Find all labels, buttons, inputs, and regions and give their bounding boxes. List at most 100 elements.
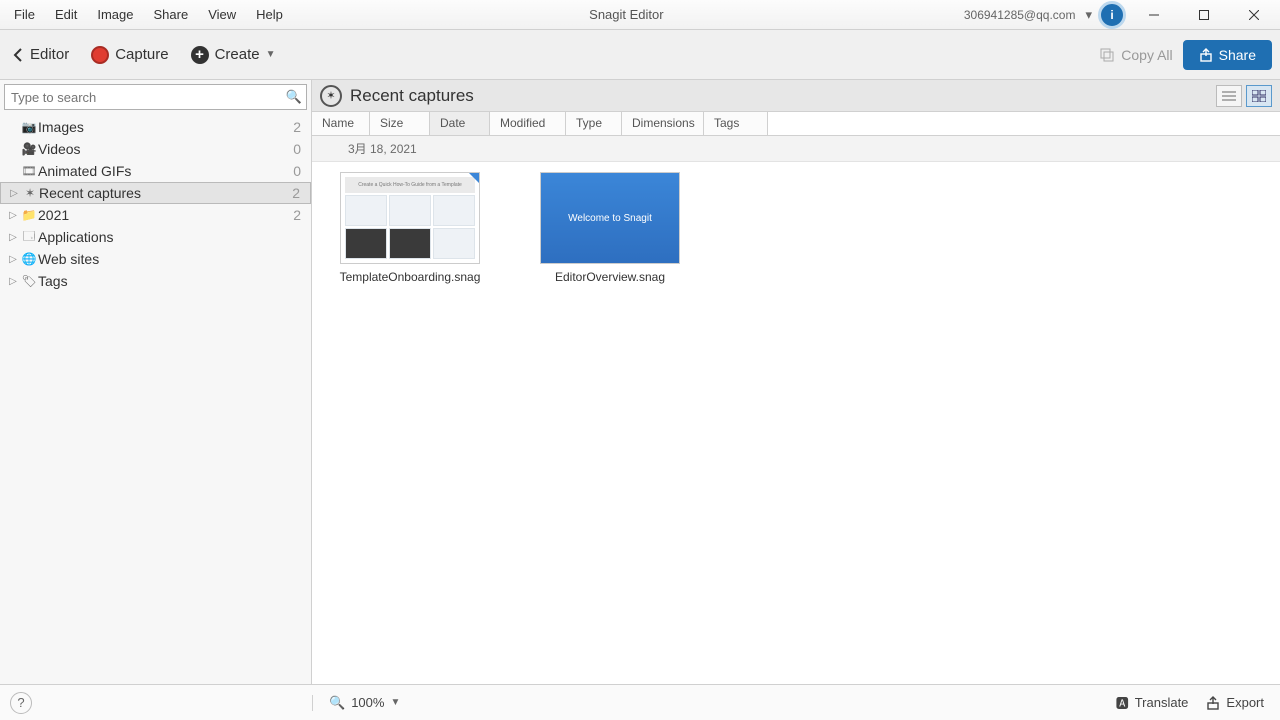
zoom-dropdown-icon[interactable]: ▼	[390, 697, 400, 708]
search-input[interactable]	[5, 90, 282, 105]
account-dropdown-icon[interactable]: ▾	[1085, 7, 1092, 23]
minimize-icon	[1149, 10, 1159, 20]
tree-item-animated-gifs[interactable]: 🎞Animated GIFs0	[0, 160, 311, 182]
expand-icon[interactable]: ▷	[6, 210, 20, 221]
list-view-button[interactable]	[1216, 85, 1242, 107]
column-header-dimensions[interactable]: Dimensions	[622, 112, 704, 135]
tree-item-label: Animated GIFs	[38, 163, 293, 179]
column-header-name[interactable]: Name	[312, 112, 370, 135]
capture-filename: EditorOverview.snag	[555, 270, 665, 284]
zoom-search-icon[interactable]: 🔍	[329, 695, 345, 711]
thumbnail-caption: Welcome to Snagit	[568, 213, 652, 224]
main-area: 🔍 📷Images2🎥Videos0🎞Animated GIFs0▷✶Recen…	[0, 80, 1280, 684]
translate-icon: 🅰	[1116, 693, 1129, 712]
tree-item-2021[interactable]: ▷📁20212	[0, 204, 311, 226]
window-title: Snagit Editor	[293, 7, 960, 22]
tree-item-tags[interactable]: ▷🏷Tags	[0, 270, 311, 292]
tree-item-label: 2021	[38, 207, 293, 223]
menu-edit[interactable]: Edit	[45, 3, 87, 26]
share-button[interactable]: Share	[1183, 40, 1272, 70]
create-label: Create	[215, 46, 260, 63]
maximize-icon	[1199, 10, 1209, 20]
capture-button[interactable]: Capture	[87, 42, 172, 68]
list-icon	[1222, 90, 1236, 102]
column-headers: NameSizeDateModifiedTypeDimensionsTags	[312, 112, 1280, 136]
export-button[interactable]: Export	[1206, 695, 1264, 710]
expand-icon[interactable]: ▷	[6, 232, 20, 243]
video-icon: 🎥	[20, 142, 38, 156]
capture-item[interactable]: Welcome to Snagit EditorOverview.snag	[530, 172, 690, 284]
window-maximize-button[interactable]	[1182, 1, 1226, 29]
globe-icon: 🌐	[20, 252, 38, 266]
menu-help[interactable]: Help	[246, 3, 293, 26]
tree-item-label: Web sites	[38, 251, 305, 267]
expand-icon[interactable]: ▷	[6, 276, 20, 287]
tree-item-count: 2	[292, 185, 304, 201]
tree-item-count: 2	[293, 207, 305, 223]
menu-file[interactable]: File	[4, 3, 45, 26]
tree-item-label: Videos	[38, 141, 293, 157]
sidebar: 🔍 📷Images2🎥Videos0🎞Animated GIFs0▷✶Recen…	[0, 80, 312, 684]
menu-image[interactable]: Image	[87, 3, 143, 26]
tree-item-count: 2	[293, 119, 305, 135]
share-icon	[1199, 48, 1213, 62]
expand-icon[interactable]: ▷	[7, 188, 21, 199]
tree-item-videos[interactable]: 🎥Videos0	[0, 138, 311, 160]
search-box[interactable]: 🔍	[4, 84, 307, 110]
copy-all-label: Copy All	[1121, 47, 1172, 63]
content-header: ✶ Recent captures	[312, 80, 1280, 112]
account-email[interactable]: 306941285@qq.com	[960, 8, 1080, 22]
tree-item-label: Applications	[38, 229, 305, 245]
tree-item-count: 0	[293, 163, 305, 179]
column-header-type[interactable]: Type	[566, 112, 622, 135]
create-button[interactable]: + Create ▼	[187, 42, 280, 68]
target-icon: ✶	[21, 186, 39, 200]
column-header-date[interactable]: Date	[430, 112, 490, 135]
chevron-down-icon: ▼	[266, 49, 276, 60]
content-pane: ✶ Recent captures NameSizeDateModifiedTy…	[312, 80, 1280, 684]
zoom-level[interactable]: 100%	[351, 695, 384, 710]
account-avatar-icon[interactable]: i	[1098, 1, 1126, 29]
copy-icon	[1099, 47, 1115, 63]
chevron-left-icon	[12, 48, 24, 62]
search-icon[interactable]: 🔍	[282, 89, 306, 105]
tree-item-web-sites[interactable]: ▷🌐Web sites	[0, 248, 311, 270]
grid-view-button[interactable]	[1246, 85, 1272, 107]
library-tree: 📷Images2🎥Videos0🎞Animated GIFs0▷✶Recent …	[0, 114, 311, 294]
column-header-modified[interactable]: Modified	[490, 112, 566, 135]
date-group-header[interactable]: 3月 18, 2021	[312, 136, 1280, 162]
thumbnail-preview: Create a Quick How-To Guide from a Templ…	[340, 172, 480, 264]
folder-icon: 📁	[20, 208, 38, 222]
target-icon: ✶	[320, 85, 342, 107]
editor-label: Editor	[30, 46, 69, 63]
expand-icon[interactable]: ▷	[6, 254, 20, 265]
help-button[interactable]: ?	[10, 692, 32, 714]
translate-label: Translate	[1135, 695, 1189, 710]
column-header-tags[interactable]: Tags	[704, 112, 768, 135]
statusbar: ? 🔍 100% ▼ 🅰 Translate Export	[0, 684, 1280, 720]
selected-corner-icon	[469, 173, 479, 183]
editor-back-button[interactable]: Editor	[8, 42, 73, 67]
titlebar: File Edit Image Share View Help Snagit E…	[0, 0, 1280, 30]
translate-button[interactable]: 🅰 Translate	[1116, 693, 1189, 712]
thumbnail-preview: Welcome to Snagit	[540, 172, 680, 264]
menu-view[interactable]: View	[198, 3, 246, 26]
share-label: Share	[1219, 47, 1256, 63]
capture-item[interactable]: Create a Quick How-To Guide from a Templ…	[330, 172, 490, 284]
window-close-button[interactable]	[1232, 1, 1276, 29]
tree-item-applications[interactable]: ▷🗔Applications	[0, 226, 311, 248]
copy-all-button[interactable]: Copy All	[1099, 47, 1172, 63]
grid-icon	[1252, 90, 1266, 102]
close-icon	[1249, 10, 1259, 20]
camera-icon: 📷	[20, 120, 38, 134]
plus-icon: +	[191, 46, 209, 64]
column-header-size[interactable]: Size	[370, 112, 430, 135]
tree-item-recent-captures[interactable]: ▷✶Recent captures2	[0, 182, 311, 204]
capture-filename: TemplateOnboarding.snag	[340, 270, 481, 284]
window-minimize-button[interactable]	[1132, 1, 1176, 29]
windows-icon: 🗔	[20, 227, 38, 248]
content-title: Recent captures	[350, 86, 474, 106]
tree-item-images[interactable]: 📷Images2	[0, 116, 311, 138]
record-icon	[91, 46, 109, 64]
menu-share[interactable]: Share	[144, 3, 199, 26]
